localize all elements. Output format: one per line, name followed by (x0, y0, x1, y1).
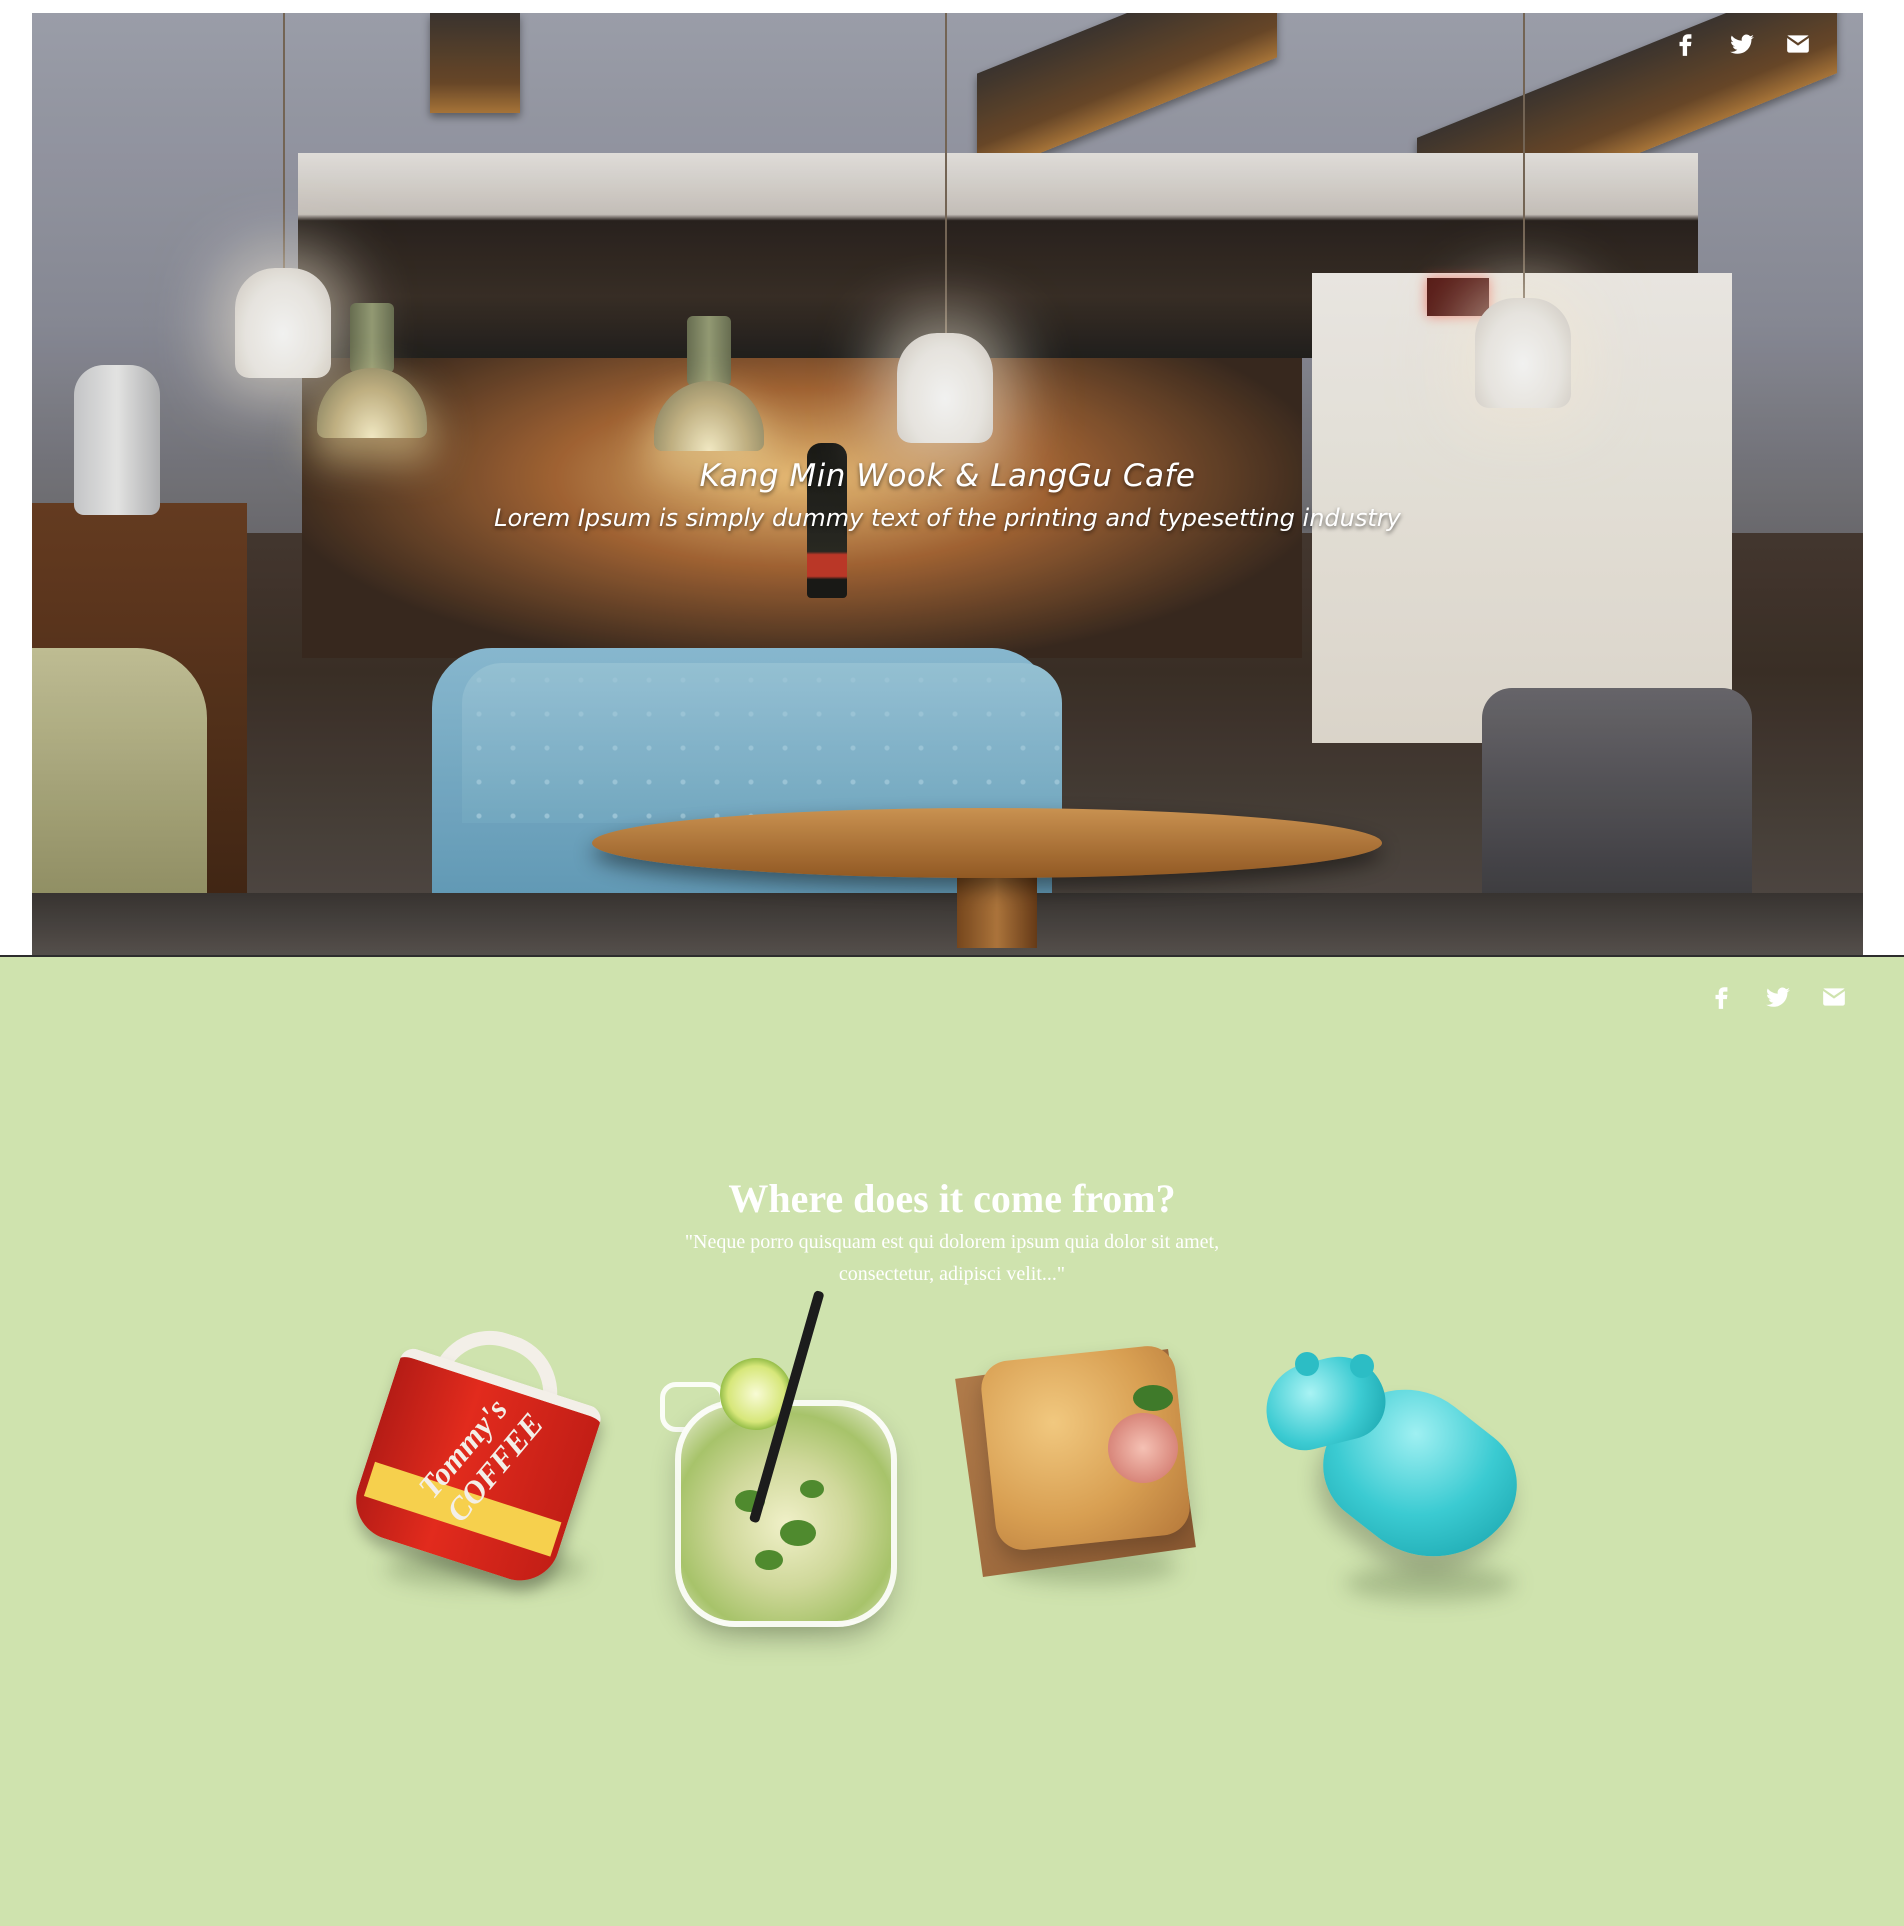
envelope-icon[interactable] (1821, 984, 1847, 1010)
hero-subtitle: Lorem Ipsum is simply dummy text of the … (494, 504, 1401, 532)
coffee-mug-image: Tommy's COFFEE (345, 1315, 605, 1608)
twitter-icon[interactable] (1729, 31, 1755, 57)
hippo-figurine-image (1255, 1346, 1545, 1610)
facebook-icon[interactable] (1673, 31, 1699, 57)
section-heading: Where does it come from? (728, 1176, 1176, 1221)
sandwich-image (955, 1333, 1208, 1593)
twitter-icon[interactable] (1765, 984, 1791, 1010)
section-social-links (1709, 984, 1847, 1010)
hero-text: Kang Min Wook & LangGu Cafe Lorem Ipsum … (32, 458, 1863, 532)
hero-title: Kang Min Wook & LangGu Cafe (699, 458, 1196, 494)
facebook-icon[interactable] (1709, 984, 1735, 1010)
mojito-jar-image (660, 1290, 900, 1650)
envelope-icon[interactable] (1785, 31, 1811, 57)
hero-social-links (1673, 31, 1811, 57)
section-quote: "Neque porro quisquam est qui dolorem ip… (684, 1231, 1220, 1285)
hero-banner: Kang Min Wook & LangGu Cafe Lorem Ipsum … (32, 13, 1863, 955)
origin-section: Where does it come from? "Neque porro qu… (0, 957, 1904, 1926)
